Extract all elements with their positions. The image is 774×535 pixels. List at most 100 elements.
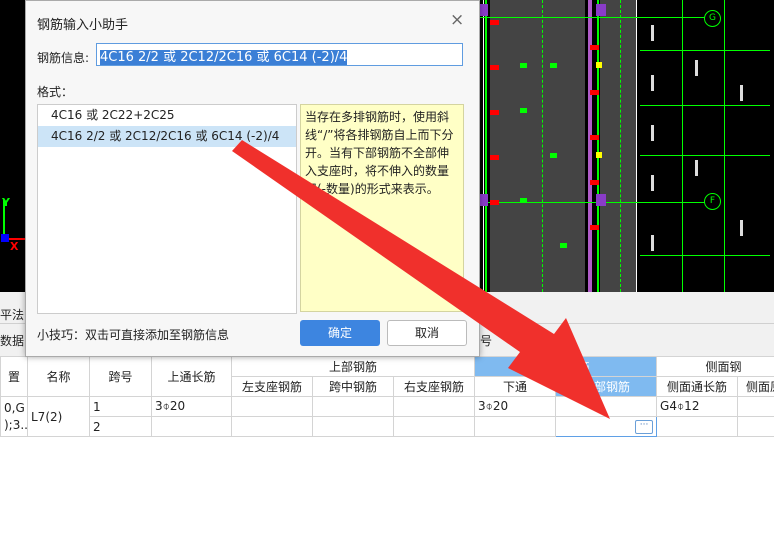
cell-top-through[interactable] xyxy=(151,416,232,437)
cell-span[interactable]: 1 xyxy=(89,396,152,417)
cell-bottom-rebar[interactable] xyxy=(555,396,658,417)
beam-band xyxy=(490,0,585,292)
grid-line xyxy=(597,0,599,292)
format-hint: 当存在多排钢筋时，使用斜线“/”将各排钢筋自上而下分开。当有下部钢筋不全部伸入支… xyxy=(300,104,464,312)
rebar-mark xyxy=(520,108,527,113)
cell-left-support[interactable] xyxy=(231,396,313,417)
rebar-mark xyxy=(550,153,557,158)
table-row[interactable]: 2 ··· xyxy=(1,416,774,437)
rebar-mark xyxy=(590,135,599,140)
grid-line xyxy=(480,202,705,203)
cell-name[interactable]: L7(2) xyxy=(27,396,90,437)
cell-bottom-rebar-selected[interactable]: ··· xyxy=(555,416,658,437)
grid-line xyxy=(682,0,683,292)
header-span: 跨号 xyxy=(89,356,152,397)
cell-side-cut[interactable] xyxy=(737,416,774,437)
header-mid-span: 跨中钢筋 xyxy=(312,376,394,397)
tab-number[interactable]: 号 xyxy=(480,332,492,349)
cad-text xyxy=(695,160,698,176)
grid-line xyxy=(640,255,770,256)
cell-top-through[interactable]: 3⌽20 xyxy=(151,396,232,417)
cad-text xyxy=(651,75,654,91)
cell-right-support[interactable] xyxy=(392,416,476,437)
header-side-cut: 侧面原 xyxy=(737,376,774,397)
rebar-info-label: 钢筋信息: xyxy=(37,51,90,65)
tab-pingfa[interactable]: 平法 xyxy=(0,306,24,323)
cell-span[interactable]: 2 xyxy=(89,416,152,437)
cell-left-support[interactable] xyxy=(231,416,313,437)
cell-mid-span[interactable] xyxy=(312,416,394,437)
rebar-mark xyxy=(590,90,599,95)
column-mark xyxy=(596,4,606,16)
rebar-input-dialog: 钢筋输入小助手 × 钢筋信息: 4C16 2/2 或 2C12/2C16 或 6… xyxy=(25,0,480,357)
cad-text xyxy=(651,25,654,41)
grid-line xyxy=(640,50,770,51)
beam-band xyxy=(600,0,636,292)
dialog-title: 钢筋输入小助手 xyxy=(37,18,129,33)
header-name: 名称 xyxy=(27,356,90,397)
origin-icon xyxy=(1,234,9,242)
cell-right-support[interactable] xyxy=(392,396,476,417)
cell-bottom-through[interactable] xyxy=(474,416,557,437)
cell-side-through[interactable]: G4⌽12 xyxy=(656,396,739,417)
grid-line xyxy=(724,0,725,292)
cell-side-cut[interactable] xyxy=(737,396,774,417)
rebar-mark xyxy=(560,243,567,248)
ellipsis-button[interactable]: ··· xyxy=(635,420,654,434)
cad-text xyxy=(651,235,654,251)
grid-line xyxy=(480,17,705,18)
rebar-mark xyxy=(490,110,499,115)
beam-edge xyxy=(588,0,592,292)
cad-text xyxy=(651,175,654,191)
tip-text: 小技巧：双击可直接添加至钢筋信息 xyxy=(37,328,230,342)
cancel-button[interactable]: 取消 xyxy=(387,320,467,346)
cad-text xyxy=(740,85,743,101)
wall-line xyxy=(483,0,484,292)
rebar-mark xyxy=(520,198,527,203)
cell-side-through[interactable] xyxy=(656,416,739,437)
rebar-info-input[interactable]: 4C16 2/2 或 2C12/2C16 或 6C14 (-2)/4 xyxy=(96,43,463,66)
table-row[interactable]: 0,G);3... L7(2) 1 3⌽20 3⌽20 G4⌽12 xyxy=(0,396,774,437)
rebar-mark xyxy=(490,65,499,70)
rebar-mark xyxy=(490,155,499,160)
cad-text xyxy=(651,125,654,141)
rebar-mark xyxy=(596,62,602,68)
header-left-support: 左支座钢筋 xyxy=(231,376,313,397)
header-right-support: 右支座钢筋 xyxy=(392,376,476,397)
header-top-through: 上通长筋 xyxy=(151,356,232,397)
header-col0: 置 xyxy=(0,356,28,397)
ok-button[interactable]: 确定 xyxy=(300,320,380,346)
header-bottom-rebar: 下部钢筋 xyxy=(555,376,658,397)
tab-data[interactable]: 数据 xyxy=(0,332,24,349)
column-mark xyxy=(596,194,606,206)
header-side-through: 侧面通长筋 xyxy=(656,376,739,397)
close-icon[interactable]: × xyxy=(450,10,464,30)
grid-line xyxy=(640,155,770,156)
cad-text xyxy=(695,60,698,76)
rebar-mark xyxy=(590,45,599,50)
header-bottom-through: 下通 xyxy=(474,376,557,397)
header-upper-rebar: 上部钢筋 xyxy=(230,356,476,377)
cell-col0[interactable]: 0,G);3... xyxy=(0,396,28,437)
format-label: 格式： xyxy=(37,85,74,99)
rebar-mark xyxy=(490,200,499,205)
axis-bubble-g: G xyxy=(704,10,721,27)
grid-line xyxy=(620,0,621,292)
y-axis-label: Y xyxy=(2,196,10,209)
format-item[interactable]: 4C16 或 2C22+2C25 xyxy=(38,105,296,126)
header-lower-rebar: 下部钢筋 xyxy=(474,356,658,377)
rebar-mark xyxy=(490,20,499,25)
axis-bubble-f: F xyxy=(704,193,721,210)
rebar-info-value: 4C16 2/2 或 2C12/2C16 或 6C14 (-2)/4 xyxy=(100,50,348,65)
rebar-mark xyxy=(590,225,599,230)
wall-line xyxy=(636,0,637,292)
x-axis-label: X xyxy=(10,240,19,253)
format-item-selected[interactable]: 4C16 2/2 或 2C12/2C16 或 6C14 (-2)/4 xyxy=(38,126,296,147)
format-list[interactable]: 4C16 或 2C22+2C25 4C16 2/2 或 2C12/2C16 或 … xyxy=(37,104,297,314)
grid-line xyxy=(485,0,487,292)
cell-mid-span[interactable] xyxy=(312,396,394,417)
header-side-rebar: 侧面钢 xyxy=(656,356,774,377)
cell-bottom-through[interactable]: 3⌽20 xyxy=(474,396,557,417)
grid-line xyxy=(640,105,770,106)
rebar-table: 置 名称 跨号 上通长筋 上部钢筋 下部钢筋 侧面钢 左支座钢筋 跨中钢筋 右支… xyxy=(0,356,774,437)
